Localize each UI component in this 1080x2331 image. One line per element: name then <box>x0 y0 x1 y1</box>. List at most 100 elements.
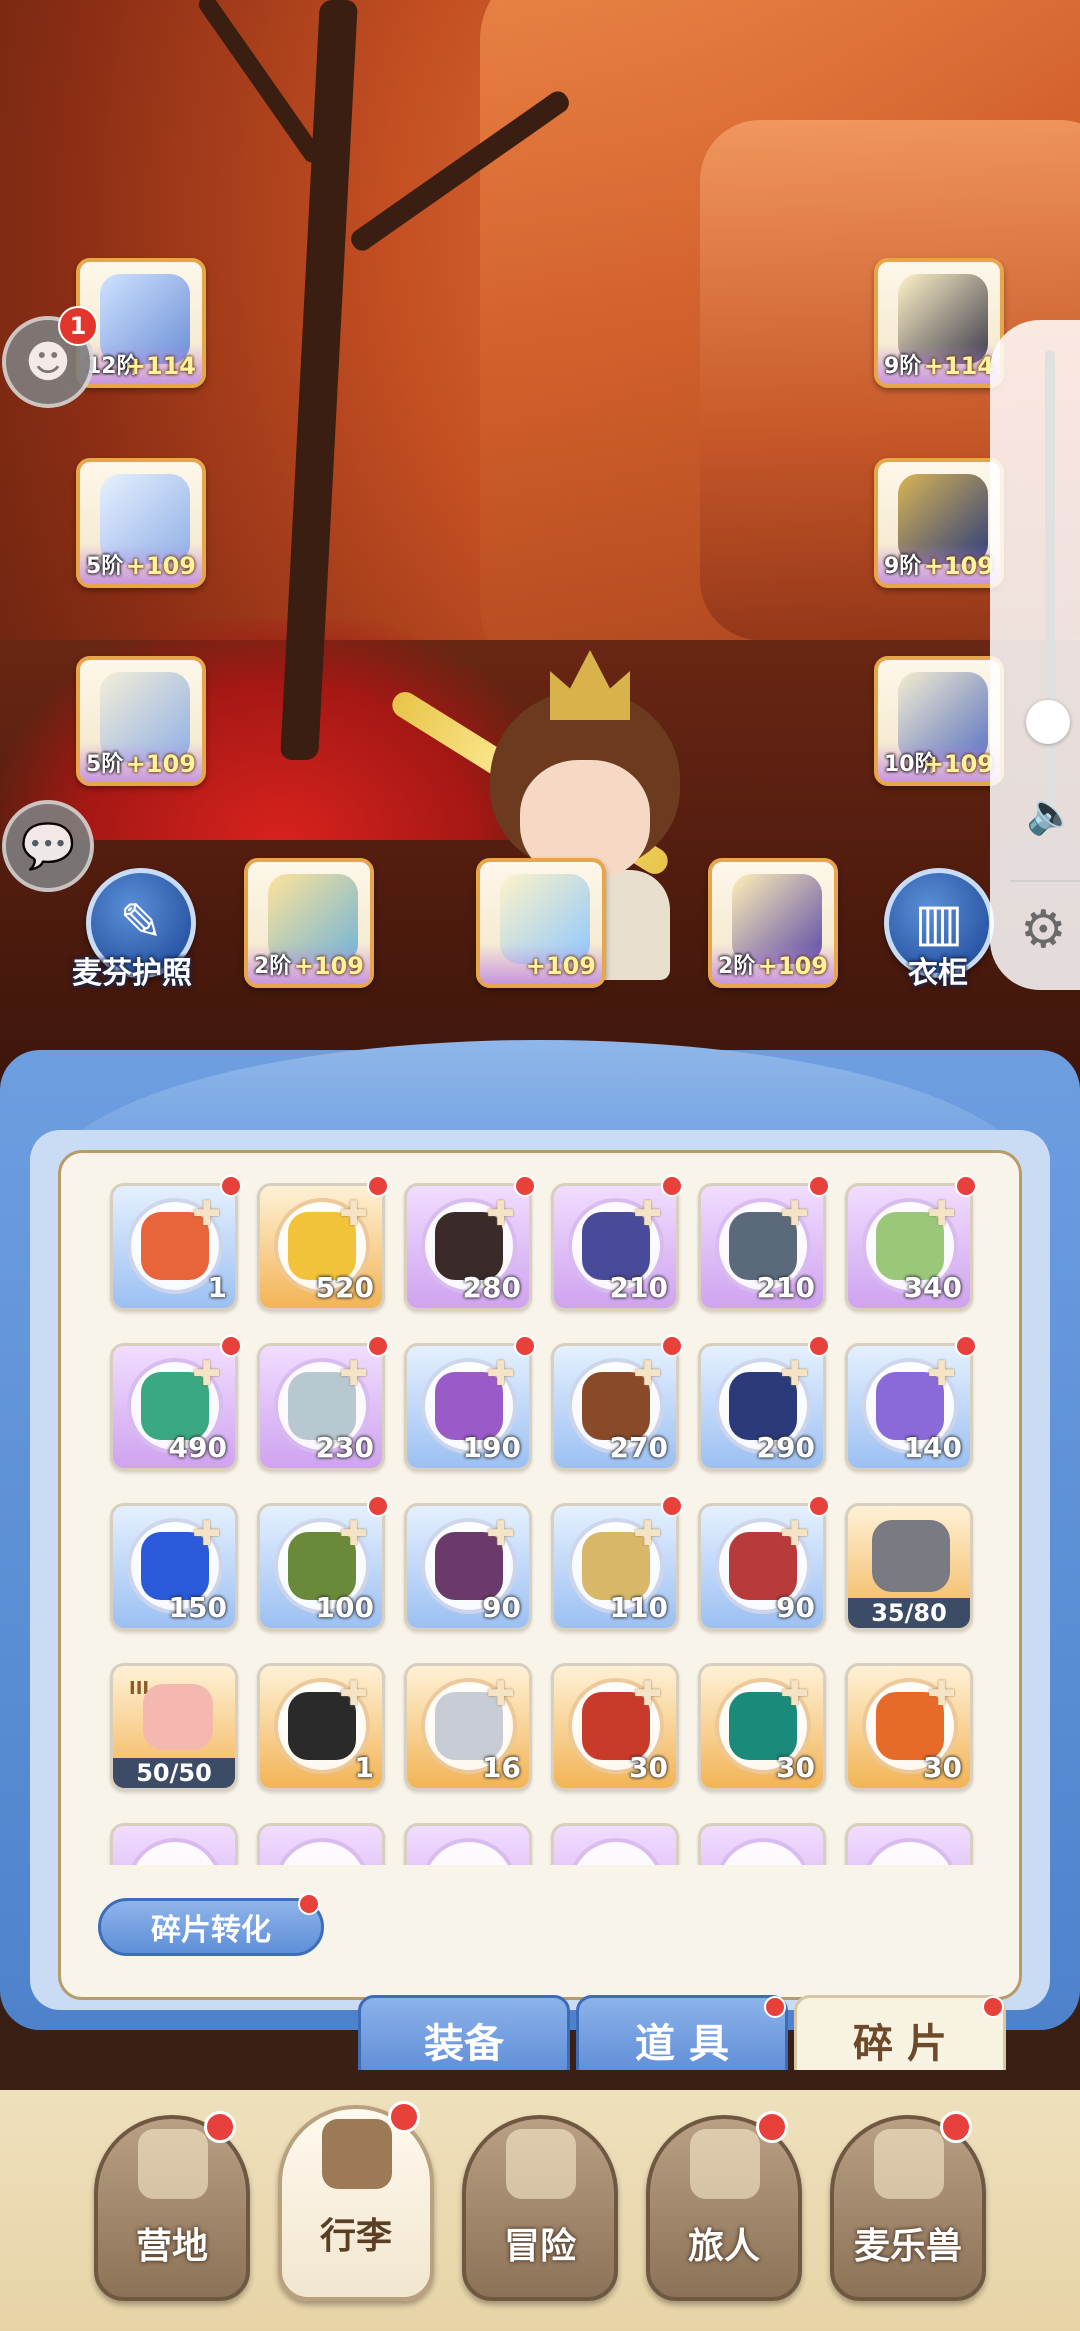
shard-item-special[interactable]: III 50/50 <box>110 1663 238 1791</box>
shard-item[interactable]: ✚ 140 <box>845 1343 973 1471</box>
equip-slot-necklace[interactable]: +109 <box>476 858 606 988</box>
speaker-icon[interactable]: 🔈 <box>1026 790 1076 837</box>
shard-item[interactable]: ✚ 520 <box>257 1183 385 1311</box>
item-count: 90 <box>482 1591 521 1624</box>
shard-item[interactable]: ✚ 290 <box>698 1343 826 1471</box>
item-count: 340 <box>903 1271 962 1304</box>
shard-item[interactable]: ✚ 30 <box>551 1663 679 1791</box>
nav-beast[interactable]: 麦乐兽 <box>830 2111 986 2301</box>
shard-item[interactable] <box>404 1823 532 1865</box>
shard-item[interactable]: ✚ 210 <box>551 1183 679 1311</box>
shard-item[interactable]: ✚ 100 <box>257 1503 385 1631</box>
new-dot <box>514 1335 536 1357</box>
nav-camp[interactable]: 营地 <box>94 2111 250 2301</box>
equip-plus: +109 <box>757 952 828 980</box>
item-count: 140 <box>903 1431 962 1464</box>
puzzle-icon: ✚ <box>339 1194 369 1234</box>
puzzle-icon: ✚ <box>339 1514 369 1554</box>
puzzle-icon: ✚ <box>927 1194 957 1234</box>
equip-plus: +109 <box>923 750 994 778</box>
shard-item[interactable] <box>698 1823 826 1865</box>
item-progress: 50/50 <box>113 1758 235 1788</box>
shard-item[interactable]: ✚ 270 <box>551 1343 679 1471</box>
puzzle-icon: ✚ <box>633 1674 663 1714</box>
shard-item[interactable]: ✚ 1 <box>110 1183 238 1311</box>
new-dot <box>388 2101 420 2133</box>
item-count: 270 <box>609 1431 668 1464</box>
new-dot <box>514 1175 536 1197</box>
new-dot <box>982 1996 1004 2018</box>
equip-slot-gloves[interactable]: 9阶 +109 <box>874 458 1004 588</box>
shard-grid[interactable]: ✚ 1 ✚ 520 ✚ 280 ✚ 210 ✚ 210 ✚ 340 ✚ 490 <box>100 1175 980 1865</box>
chat-bubble-icon: 💬 <box>20 821 76 872</box>
equip-slot-helmet[interactable]: 9阶 +114 <box>874 258 1004 388</box>
equip-plus: +109 <box>125 750 196 778</box>
item-ring <box>274 1838 370 1865</box>
puzzle-icon: ✚ <box>486 1194 516 1234</box>
nav-label: 旅人 <box>687 2226 760 2267</box>
puzzle-icon: ✚ <box>927 1674 957 1714</box>
fist-icon <box>143 1684 213 1750</box>
equip-tier: 5阶 <box>86 752 124 777</box>
item-ring <box>862 1838 958 1865</box>
item-count: 210 <box>609 1271 668 1304</box>
new-dot <box>764 1996 786 2018</box>
equip-tier: 9阶 <box>884 554 922 579</box>
new-dot <box>367 1335 389 1357</box>
shard-item[interactable] <box>845 1823 973 1865</box>
shard-item[interactable]: ✚ 110 <box>551 1503 679 1631</box>
equip-slot-armor[interactable]: 5阶 +109 <box>76 458 206 588</box>
puzzle-icon: ✚ <box>780 1194 810 1234</box>
new-dot <box>661 1335 683 1357</box>
nav-traveler[interactable]: 旅人 <box>646 2111 802 2301</box>
shard-item[interactable]: ✚ 210 <box>698 1183 826 1311</box>
gear-icon[interactable]: ⚙ <box>1020 900 1067 960</box>
shard-item[interactable]: ✚ 90 <box>698 1503 826 1631</box>
volume-slider-knob[interactable] <box>1026 700 1070 744</box>
nav-label: 麦乐兽 <box>853 2226 962 2267</box>
shard-item[interactable] <box>257 1823 385 1865</box>
shard-item[interactable]: ✚ 30 <box>845 1663 973 1791</box>
item-count: 90 <box>776 1591 815 1624</box>
shard-item[interactable]: ✚ 16 <box>404 1663 532 1791</box>
puzzle-icon: ✚ <box>192 1354 222 1394</box>
equip-plus: +109 <box>525 952 596 980</box>
castle-icon <box>138 2129 208 2199</box>
equip-slot-pants[interactable]: 5阶 +109 <box>76 656 206 786</box>
shard-item[interactable]: ✚ 340 <box>845 1183 973 1311</box>
nav-luggage[interactable]: 行李 <box>278 2101 434 2301</box>
shard-item[interactable]: ✚ 150 <box>110 1503 238 1631</box>
chat-button[interactable]: 💬 <box>2 800 94 892</box>
equip-plus: +109 <box>923 552 994 580</box>
item-count: 16 <box>482 1751 521 1784</box>
shard-item[interactable]: ✚ 1 <box>257 1663 385 1791</box>
item-count: 210 <box>756 1271 815 1304</box>
puzzle-icon: ✚ <box>486 1674 516 1714</box>
shard-convert-button[interactable]: 碎片转化 <box>98 1898 324 1956</box>
shard-item[interactable]: ✚ 230 <box>257 1343 385 1471</box>
puzzle-icon: ✚ <box>633 1514 663 1554</box>
shard-item[interactable]: ✚ 190 <box>404 1343 532 1471</box>
shard-item[interactable]: ✚ 490 <box>110 1343 238 1471</box>
shard-item[interactable]: ✚ 30 <box>698 1663 826 1791</box>
equip-plus: +114 <box>125 352 196 380</box>
equip-plus: +109 <box>125 552 196 580</box>
volume-slider-track[interactable] <box>1045 350 1055 820</box>
shard-item[interactable]: ✚ 280 <box>404 1183 532 1311</box>
equip-slot-ring[interactable]: 2阶 +109 <box>244 858 374 988</box>
nav-adventure[interactable]: 冒险 <box>462 2115 618 2301</box>
shard-item[interactable] <box>551 1823 679 1865</box>
new-dot <box>940 2111 972 2143</box>
crown-icon <box>550 650 630 720</box>
new-dot <box>756 2111 788 2143</box>
item-count: 30 <box>776 1751 815 1784</box>
shard-item[interactable] <box>110 1823 238 1865</box>
notification-badge: 1 <box>58 306 98 346</box>
item-count: 280 <box>462 1271 521 1304</box>
equip-slot-boots[interactable]: 10阶 +109 <box>874 656 1004 786</box>
equip-slot-charm[interactable]: 2阶 +109 <box>708 858 838 988</box>
shard-item-special[interactable]: 35/80 <box>845 1503 973 1631</box>
puzzle-icon: ✚ <box>780 1354 810 1394</box>
shard-item[interactable]: ✚ 90 <box>404 1503 532 1631</box>
new-dot <box>220 1175 242 1197</box>
